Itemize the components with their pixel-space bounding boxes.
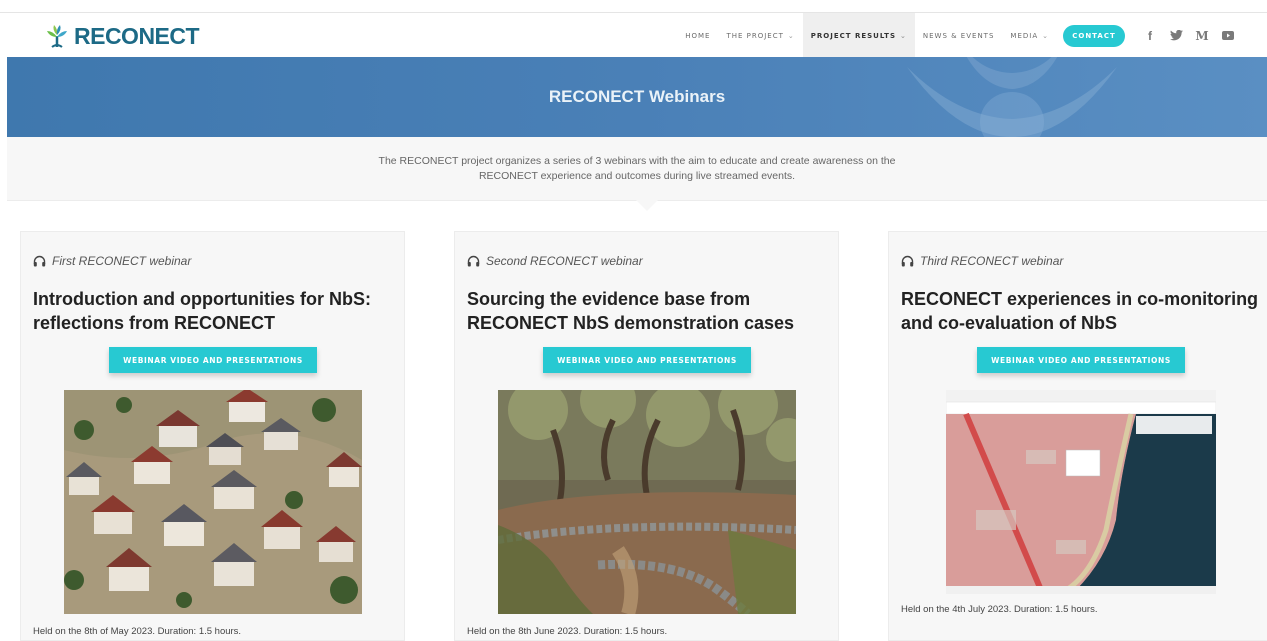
webinar-subtitle: Third RECONECT webinar (901, 254, 1063, 268)
webinar-subtitle-text: Third RECONECT webinar (920, 254, 1064, 268)
nav-label: THE PROJECT (726, 31, 784, 40)
main-nav: HOME THE PROJECT ⌄ PROJECT RESULTS ⌄ NEWS … (677, 13, 1267, 58)
webinar-subtitle-text: First RECONECT webinar (52, 254, 192, 268)
facebook-icon[interactable]: f (1139, 25, 1161, 47)
logo[interactable]: RECONECT (44, 19, 200, 53)
webinar-title: Sourcing the evidence base from RECONECT… (467, 289, 795, 333)
hero-banner: RECONECT Webinars (7, 57, 1267, 137)
intro-pointer (636, 200, 658, 211)
webinar-video-button[interactable]: WEBINAR VIDEO AND PRESENTATIONS (109, 347, 317, 373)
webinar-video-button[interactable]: WEBINAR VIDEO AND PRESENTATIONS (977, 347, 1185, 373)
webinar-card-3: Third RECONECT webinar RECONECT experien… (888, 231, 1267, 641)
headphones-icon (467, 255, 480, 267)
nav-label: PROJECT RESULTS (810, 31, 896, 40)
webinar-title: RECONECT experiences in co-monitoring an… (901, 289, 1259, 333)
headphones-icon (33, 255, 46, 267)
intro-section: The RECONECT project organizes a series … (7, 137, 1267, 201)
webinar-subtitle: First RECONECT webinar (33, 254, 191, 268)
nav-label: NEWS & EVENTS (922, 31, 995, 40)
webinar-video-button[interactable]: WEBINAR VIDEO AND PRESENTATIONS (543, 347, 751, 373)
chevron-down-icon: ⌄ (787, 31, 795, 40)
nav-item-the-project[interactable]: THE PROJECT ⌄ (718, 13, 802, 58)
logo-tree-icon (47, 25, 67, 48)
webinar-title: Introduction and opportunities for NbS: … (33, 289, 371, 333)
chevron-down-icon: ⌄ (900, 31, 907, 40)
page-title: RECONECT Webinars (548, 87, 726, 106)
headphones-icon (901, 255, 914, 267)
contact-button[interactable]: CONTACT (1063, 24, 1125, 47)
site-header: RECONECT HOME THE PROJECT ⌄ PROJECT RESUL… (0, 12, 1267, 58)
webinar-date: Held on the 8th of May 2023. Duration: 1… (33, 626, 242, 637)
flooded-town-photo[interactable] (64, 390, 362, 614)
intro-text: The RECONECT project organizes a series … (378, 154, 896, 182)
nav-item-home[interactable]: HOME (677, 13, 718, 58)
coastal-map-screenshot[interactable] (946, 390, 1216, 594)
webinar-card-1: First RECONECT webinar Introduction and … (20, 231, 405, 641)
social-links: f M (1135, 25, 1239, 47)
webinar-subtitle-text: Second RECONECT webinar (486, 254, 643, 268)
webinar-date: Held on the 4th July 2023. Duration: 1.5… (901, 604, 1098, 615)
nav-label: HOME (685, 31, 711, 40)
nav-label: MEDIA (1010, 31, 1039, 40)
nav-item-news-events[interactable]: NEWS & EVENTS (915, 13, 1003, 58)
medium-icon[interactable]: M (1191, 25, 1213, 47)
nav-item-project-results[interactable]: PROJECT RESULTS ⌄ (802, 13, 915, 58)
logo-text: RECONECT (74, 22, 200, 49)
top-strip (0, 0, 1267, 12)
youtube-icon[interactable] (1217, 25, 1239, 47)
webinar-date: Held on the 8th June 2023. Duration: 1.5… (467, 626, 668, 637)
webinar-card-2: Second RECONECT webinar Sourcing the evi… (454, 231, 839, 641)
webinar-subtitle: Second RECONECT webinar (467, 254, 643, 268)
nav-item-media[interactable]: MEDIA ⌄ (1002, 13, 1057, 58)
twitter-icon[interactable] (1165, 25, 1187, 47)
olive-grove-terraces-photo[interactable] (498, 390, 796, 614)
chevron-down-icon: ⌄ (1042, 31, 1049, 40)
